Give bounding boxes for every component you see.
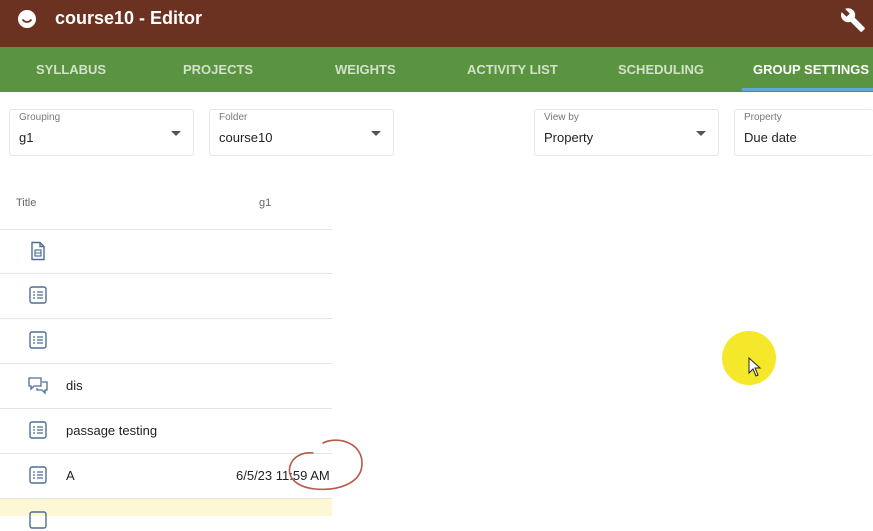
folder-value: course10 (219, 130, 273, 145)
tab-syllabus[interactable]: SYLLABUS (36, 47, 106, 92)
chevron-down-icon (171, 131, 181, 136)
tab-scheduling[interactable]: SCHEDULING (618, 47, 704, 92)
chevron-down-icon (371, 131, 381, 136)
app-logo-icon[interactable] (17, 9, 37, 29)
tab-activity-list[interactable]: ACTIVITY LIST (467, 47, 558, 92)
chevron-down-icon (696, 131, 706, 136)
column-header-title[interactable]: Title (16, 197, 36, 209)
table-row-selected[interactable] (0, 498, 332, 529)
handwritten-circle-annotation (288, 439, 363, 491)
table-row[interactable] (0, 318, 332, 363)
table-row[interactable] (0, 229, 332, 274)
property-label: Property (744, 112, 782, 123)
checklist-icon (29, 466, 47, 484)
folder-select[interactable]: Folder course10 (209, 109, 394, 156)
property-value: Due date (744, 130, 797, 145)
view-by-select[interactable]: View by Property (534, 109, 719, 156)
mouse-pointer-icon (748, 357, 762, 377)
grouping-value: g1 (19, 130, 34, 145)
grouping-label: Grouping (19, 112, 61, 123)
wrench-icon[interactable] (840, 7, 866, 33)
table-row[interactable]: A 6/5/23 11:59 AM (0, 453, 332, 498)
checklist-icon (29, 331, 47, 349)
active-tab-indicator (742, 88, 873, 91)
grouping-select[interactable]: Grouping g1 (9, 109, 194, 156)
property-select[interactable]: Property Due date (734, 109, 873, 156)
view-by-label: View by (544, 112, 579, 123)
tab-projects[interactable]: PROJECTS (183, 47, 253, 92)
column-header-g1[interactable]: g1 (259, 197, 271, 209)
view-by-value: Property (544, 130, 594, 145)
tab-weights[interactable]: WEIGHTS (335, 47, 396, 92)
document-icon (31, 241, 45, 261)
table-row[interactable]: dis (0, 363, 332, 408)
checklist-icon (29, 511, 47, 529)
app-title: course10 - Editor (55, 8, 203, 28)
discussion-icon (28, 377, 48, 395)
table-row[interactable] (0, 273, 332, 318)
app-header: course10 - Editor (0, 0, 873, 47)
checklist-icon (29, 421, 47, 439)
row-title: dis (66, 378, 83, 393)
table-row[interactable]: passage testing (0, 408, 332, 453)
checklist-icon (29, 286, 47, 304)
folder-label: Folder (219, 112, 248, 123)
tab-group-settings[interactable]: GROUP SETTINGS (753, 47, 869, 92)
tab-bar: SYLLABUS PROJECTS WEIGHTS ACTIVITY LIST … (0, 47, 873, 92)
row-title: A (66, 468, 75, 483)
row-title: passage testing (66, 423, 158, 438)
